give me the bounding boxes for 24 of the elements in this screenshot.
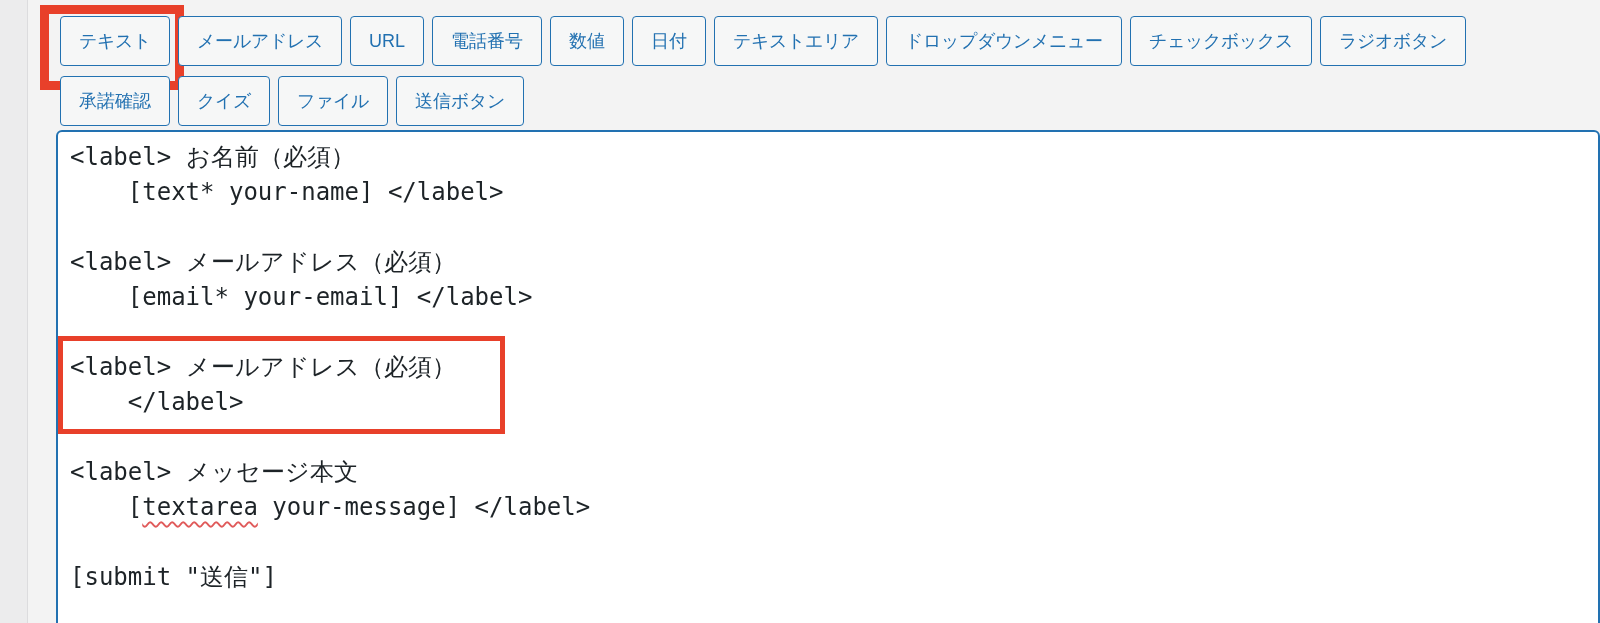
tag-button[interactable]: 数値 bbox=[550, 16, 624, 66]
tag-button[interactable]: URL bbox=[350, 16, 424, 66]
tag-button[interactable]: メールアドレス bbox=[178, 16, 342, 66]
tag-button[interactable]: 送信ボタン bbox=[396, 76, 524, 126]
code-editor[interactable]: <label> お名前（必須） [text* your-name] </label> <label> メールアドレス（必須） [email* your-email] </label> <label> メールアドレス（必須） </label> <label> メッセージ本文 [textarea your-message] </label> [submit "送信"] bbox=[56, 130, 1600, 623]
tag-button[interactable]: テキストエリア bbox=[714, 16, 878, 66]
code-line: </label> bbox=[126, 387, 244, 418]
tag-button[interactable]: ドロップダウンメニュー bbox=[886, 16, 1122, 66]
tag-button[interactable]: 電話番号 bbox=[432, 16, 542, 66]
code-line: <label> メールアドレス（必須） bbox=[70, 247, 456, 278]
tag-button[interactable]: 日付 bbox=[632, 16, 706, 66]
tag-button[interactable]: ファイル bbox=[278, 76, 388, 126]
code-line: [submit "送信"] bbox=[70, 562, 277, 593]
tag-button[interactable]: テキスト bbox=[60, 16, 170, 66]
tag-button[interactable]: ラジオボタン bbox=[1320, 16, 1466, 66]
tag-button[interactable]: クイズ bbox=[178, 76, 270, 126]
code-line: [email* your-email] </label> bbox=[126, 282, 533, 313]
code-line: <label> メールアドレス（必須） bbox=[70, 352, 456, 383]
tag-button[interactable]: チェックボックス bbox=[1130, 16, 1312, 66]
code-line: [text* your-name] </label> bbox=[126, 177, 504, 208]
code-line: <label> お名前（必須） bbox=[70, 142, 355, 173]
code-line: <label> メッセージ本文 bbox=[70, 457, 358, 488]
tag-button[interactable]: 承諾確認 bbox=[60, 76, 170, 126]
code-line: [textarea your-message] </label> bbox=[126, 492, 591, 523]
